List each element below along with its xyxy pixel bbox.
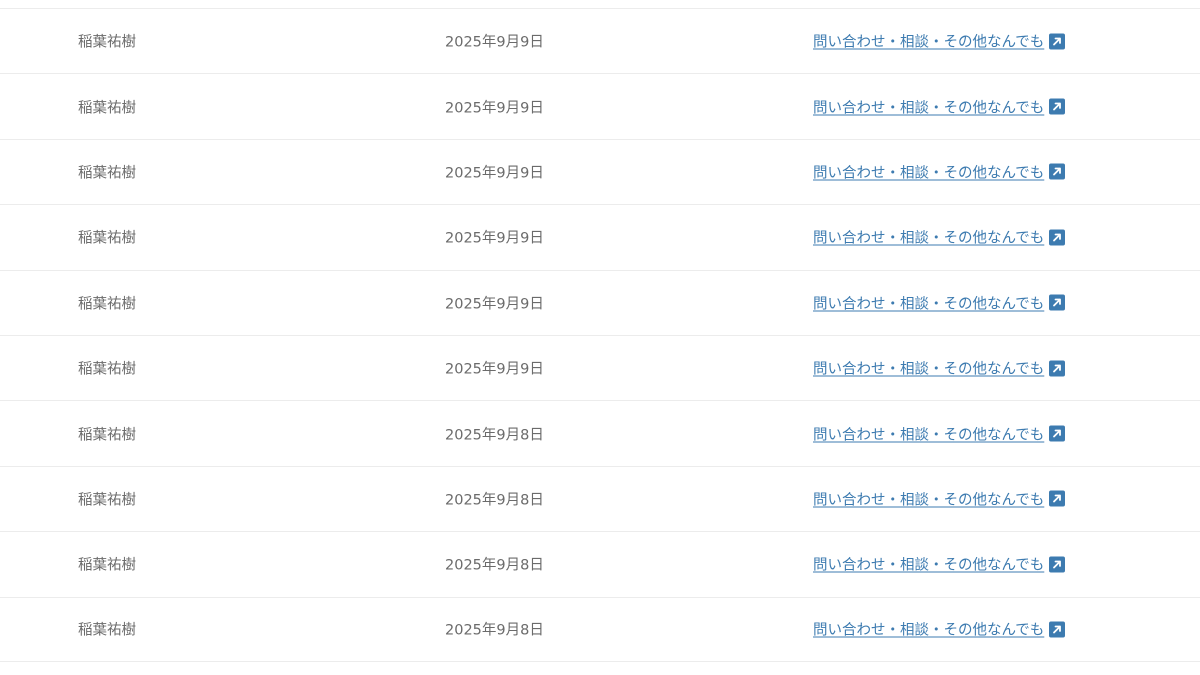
external-link-icon[interactable]: [1049, 556, 1066, 573]
category-link[interactable]: 問い合わせ・相談・その他なんでも: [813, 161, 1044, 182]
entry-date: 2025年9月9日: [445, 100, 544, 117]
author-name: 稲葉祐樹: [78, 492, 136, 509]
category-link[interactable]: 問い合わせ・相談・その他なんでも: [813, 292, 1044, 313]
author-name: 稲葉祐樹: [78, 165, 136, 182]
list-row: 稲葉祐樹 2025年9月9日 問い合わせ・相談・その他なんでも: [0, 204, 1200, 269]
entry-date: 2025年9月8日: [445, 622, 544, 639]
author-name: 稲葉祐樹: [78, 622, 136, 639]
list-row: 稲葉祐樹 2025年9月9日 問い合わせ・相談・その他なんでも: [0, 138, 1200, 204]
list-row: 稲葉祐樹 2025年9月8日 問い合わせ・相談・その他なんでも: [0, 596, 1200, 662]
category-link[interactable]: 問い合わせ・相談・その他なんでも: [813, 423, 1044, 444]
category-link-group: 問い合わせ・相談・その他なんでも: [813, 488, 1066, 509]
list-row: 稲葉祐樹 2025年9月8日 問い合わせ・相談・その他なんでも: [0, 465, 1200, 531]
category-link-group: 問い合わせ・相談・その他なんでも: [813, 96, 1066, 117]
external-link-icon[interactable]: [1049, 294, 1066, 311]
category-link-group: 問い合わせ・相談・その他なんでも: [813, 292, 1066, 313]
external-link-icon[interactable]: [1049, 425, 1066, 442]
list-row: 稲葉祐樹 2025年9月9日 問い合わせ・相談・その他なんでも: [0, 269, 1200, 335]
list-row: 稲葉祐樹 2025年9月9日 問い合わせ・相談・その他なんでも: [0, 8, 1200, 73]
author-name: 稲葉祐樹: [78, 230, 136, 247]
category-link[interactable]: 問い合わせ・相談・その他なんでも: [813, 31, 1044, 52]
category-link-group: 問い合わせ・相談・その他なんでも: [813, 31, 1066, 52]
external-link-icon[interactable]: [1049, 163, 1066, 180]
category-link[interactable]: 問い合わせ・相談・その他なんでも: [813, 488, 1044, 509]
external-link-icon[interactable]: [1049, 490, 1066, 507]
list-row: 稲葉祐樹 2025年9月8日 問い合わせ・相談・その他なんでも: [0, 531, 1200, 596]
entry-date: 2025年9月9日: [445, 165, 544, 182]
entry-date: 2025年9月8日: [445, 557, 544, 574]
list-row: 稲葉祐樹 2025年9月8日 問い合わせ・相談・その他なんでも: [0, 400, 1200, 465]
category-link[interactable]: 問い合わせ・相談・その他なんでも: [813, 96, 1044, 117]
entry-date: 2025年9月9日: [445, 296, 544, 313]
category-link[interactable]: 問い合わせ・相談・その他なんでも: [813, 358, 1044, 379]
author-name: 稲葉祐樹: [78, 427, 136, 444]
author-name: 稲葉祐樹: [78, 557, 136, 574]
category-link[interactable]: 問い合わせ・相談・その他なんでも: [813, 554, 1044, 575]
external-link-icon[interactable]: [1049, 360, 1066, 377]
category-link-group: 問い合わせ・相談・その他なんでも: [813, 554, 1066, 575]
entry-date: 2025年9月8日: [445, 492, 544, 509]
external-link-icon[interactable]: [1049, 621, 1066, 638]
external-link-icon[interactable]: [1049, 33, 1066, 50]
entry-date: 2025年9月9日: [445, 230, 544, 247]
entry-list: 稲葉祐樹 2025年9月9日 問い合わせ・相談・その他なんでも 稲葉祐樹 202…: [0, 8, 1200, 662]
author-name: 稲葉祐樹: [78, 361, 136, 378]
entry-date: 2025年9月8日: [445, 427, 544, 444]
category-link-group: 問い合わせ・相談・その他なんでも: [813, 358, 1066, 379]
category-link[interactable]: 問い合わせ・相談・その他なんでも: [813, 227, 1044, 248]
list-row: 稲葉祐樹 2025年9月9日 問い合わせ・相談・その他なんでも: [0, 334, 1200, 400]
external-link-icon[interactable]: [1049, 98, 1066, 115]
category-link-group: 問い合わせ・相談・その他なんでも: [813, 619, 1066, 640]
category-link-group: 問い合わせ・相談・その他なんでも: [813, 227, 1066, 248]
category-link-group: 問い合わせ・相談・その他なんでも: [813, 423, 1066, 444]
author-name: 稲葉祐樹: [78, 100, 136, 117]
category-link-group: 問い合わせ・相談・その他なんでも: [813, 161, 1066, 182]
entry-date: 2025年9月9日: [445, 34, 544, 51]
author-name: 稲葉祐樹: [78, 34, 136, 51]
author-name: 稲葉祐樹: [78, 296, 136, 313]
category-link[interactable]: 問い合わせ・相談・その他なんでも: [813, 619, 1044, 640]
list-row: 稲葉祐樹 2025年9月9日 問い合わせ・相談・その他なんでも: [0, 73, 1200, 138]
external-link-icon[interactable]: [1049, 229, 1066, 246]
entry-date: 2025年9月9日: [445, 361, 544, 378]
